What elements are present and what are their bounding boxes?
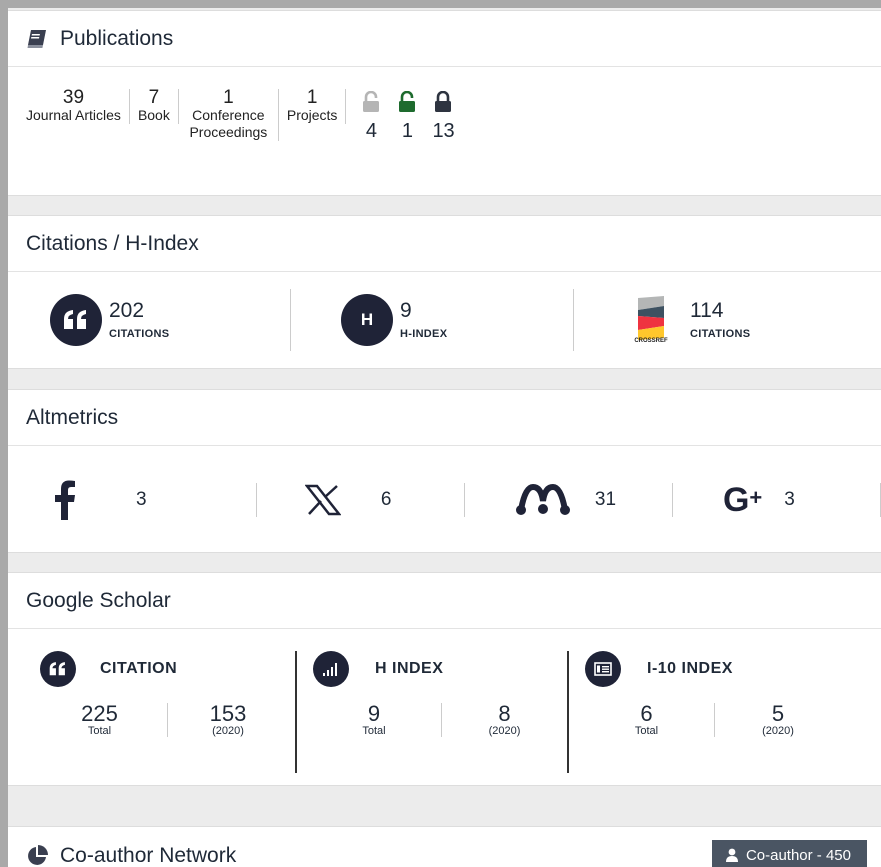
- gs-column-label: I-10 INDEX: [647, 660, 733, 677]
- gs-recent-label: (2020): [488, 725, 521, 737]
- mendeley-count: 31: [594, 489, 617, 510]
- h-index-value: 9: [400, 299, 412, 322]
- coauthor-button[interactable]: Co-author - 450: [711, 840, 867, 867]
- gs-total: 9 Total: [307, 703, 442, 737]
- book-icon: [27, 29, 46, 48]
- gs-total-value: 225: [81, 701, 118, 726]
- crossref-logo: CROSSREF: [624, 296, 678, 344]
- open-access-gray[interactable]: 4: [360, 90, 382, 143]
- access-count: 4: [365, 120, 377, 142]
- citations-header: Citations / H-Index: [8, 216, 881, 272]
- publications-card: Publications 39 Journal Articles 7 Book …: [8, 10, 881, 196]
- coauthor-button-label: Co-author - 450: [745, 846, 851, 864]
- coauthor-title: Co-author Network: [60, 843, 237, 867]
- pub-book[interactable]: 7 Book: [130, 87, 179, 124]
- gs-total-label: Total: [634, 725, 659, 737]
- crossref-value: 114: [690, 299, 724, 322]
- pub-label: Book: [137, 107, 170, 123]
- gs-recent-label: (2020): [212, 725, 244, 737]
- citations-value: 202: [109, 299, 145, 322]
- gs-citation-column: CITATION 225 Total 153 (2020): [8, 651, 297, 773]
- open-lock-green-icon: [399, 90, 416, 112]
- gs-recent-value: 5: [771, 701, 785, 726]
- altmetrics-header: Altmetrics: [8, 390, 881, 446]
- altmetric-x[interactable]: 6: [257, 483, 465, 517]
- open-access-green[interactable]: 1: [396, 90, 418, 143]
- gs-total-label: Total: [362, 725, 386, 737]
- closed-access[interactable]: 13: [432, 90, 455, 143]
- altmetric-facebook[interactable]: 3: [54, 480, 257, 520]
- access-stats: 4 1 13: [346, 90, 455, 143]
- quote-icon: [40, 651, 76, 687]
- crossref-label: CITATIONS: [690, 328, 751, 340]
- citations-stat[interactable]: 202 CITATIONS: [8, 289, 291, 351]
- profile-metrics-panel: Publications 39 Journal Articles 7 Book …: [8, 8, 881, 867]
- publications-header: Publications: [8, 11, 881, 67]
- gs-column-label: H INDEX: [375, 660, 444, 677]
- altmetric-googleplus[interactable]: G+ 3: [673, 480, 881, 519]
- gs-recent: 153 (2020): [168, 701, 288, 738]
- gs-recent-value: 8: [498, 701, 511, 726]
- pub-count: 39: [62, 87, 85, 108]
- open-lock-gray-icon: [363, 90, 380, 112]
- pub-journal-articles[interactable]: 39 Journal Articles: [26, 87, 130, 124]
- pub-label: Projects: [286, 107, 338, 123]
- googleplus-count: 3: [784, 489, 795, 510]
- gs-total-label: Total: [87, 725, 112, 737]
- facebook-count: 3: [136, 489, 147, 510]
- gs-total: 225 Total: [32, 703, 168, 737]
- gs-total: 6 Total: [579, 703, 715, 737]
- facebook-icon: [55, 480, 75, 520]
- gs-total-value: 6: [640, 701, 653, 726]
- gs-total-value: 9: [367, 701, 381, 726]
- altmetric-mendeley[interactable]: 31: [465, 483, 673, 517]
- pie-chart-icon: [28, 844, 48, 865]
- coauthor-card: Co-author Network Co-author - 450: [8, 826, 881, 867]
- pub-count: 7: [148, 87, 160, 108]
- publications-title: Publications: [60, 26, 174, 50]
- pub-projects[interactable]: 1 Projects: [279, 87, 347, 124]
- gs-column-label: CITATION: [100, 660, 178, 677]
- google-scholar-header: Google Scholar: [8, 573, 881, 629]
- citations-card: Citations / H-Index 202 CITATIONS H 9 H-…: [8, 215, 881, 369]
- google-scholar-card: Google Scholar CITATION 225 Total 153 (2…: [8, 572, 881, 786]
- access-count: 13: [432, 120, 455, 142]
- gs-recent: 8 (2020): [442, 701, 567, 738]
- pub-label: Conference Proceedings: [189, 107, 268, 140]
- gs-h-index-column: H INDEX 9 Total 8 (2020): [297, 651, 569, 773]
- x-count: 6: [380, 489, 392, 510]
- pub-label: Journal Articles: [26, 107, 121, 123]
- access-count: 1: [401, 120, 413, 142]
- altmetrics-card: Altmetrics 3 6 31 G+ 3: [8, 389, 881, 553]
- closed-lock-icon: [435, 90, 452, 112]
- h-index-label: H-INDEX: [400, 328, 448, 340]
- mendeley-icon: [515, 483, 570, 515]
- pub-conference-proceedings[interactable]: 1 Conference Proceedings: [179, 87, 279, 141]
- google-scholar-title: Google Scholar: [26, 588, 171, 612]
- h-icon: H: [341, 294, 393, 346]
- gs-recent-label: (2020): [762, 725, 794, 737]
- pub-count: 1: [223, 87, 234, 108]
- gs-recent-value: 153: [209, 701, 247, 726]
- gs-recent: 5 (2020): [715, 701, 841, 738]
- citations-label: CITATIONS: [109, 328, 170, 340]
- quote-icon: [50, 294, 102, 346]
- google-plus-icon: G+: [722, 480, 763, 519]
- altmetrics-title: Altmetrics: [26, 405, 119, 429]
- list-box-icon: [585, 651, 621, 687]
- gs-i10-index-column: I-10 INDEX 6 Total 5 (2020): [569, 651, 841, 773]
- signal-bars-icon: [313, 651, 349, 687]
- pub-count: 1: [306, 87, 318, 108]
- x-icon: [304, 484, 341, 516]
- user-icon: [725, 848, 738, 862]
- crossref-stat[interactable]: CROSSREF 114 CITATIONS: [574, 289, 857, 351]
- citations-title: Citations / H-Index: [26, 231, 199, 255]
- crossref-logo-text: CROSSREF: [634, 338, 668, 344]
- h-index-stat[interactable]: H 9 H-INDEX: [291, 289, 574, 351]
